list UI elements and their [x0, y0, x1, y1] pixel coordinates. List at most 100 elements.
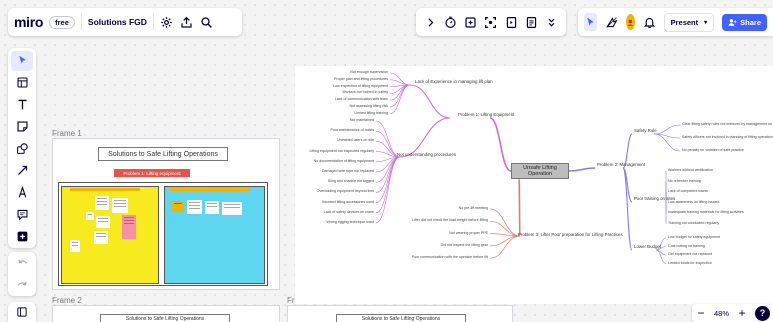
- user-avatar-icon[interactable]: [626, 14, 635, 30]
- branch-label-p1[interactable]: Problem 1: Lifting Equipment: [458, 112, 514, 117]
- branch-label-p3[interactable]: Problem 3: Lifter Poor preparation for L…: [518, 232, 623, 237]
- frame-1-title[interactable]: Solutions to Safe Lifting Operations: [98, 147, 228, 161]
- chevron-right-icon[interactable]: [423, 15, 437, 29]
- branch-label-p2a[interactable]: Safety Rule: [634, 128, 657, 133]
- leaf-label[interactable]: Sling and shackle not tagged: [328, 179, 374, 183]
- sticky-note-icon[interactable]: [11, 117, 33, 137]
- upload-share-icon[interactable]: [180, 15, 194, 29]
- present-button[interactable]: Present ▾: [663, 12, 715, 32]
- problem-banner[interactable]: Problem 1: Lifting equipment: [114, 169, 190, 177]
- help-button[interactable]: ?: [754, 305, 770, 321]
- leaf-label[interactable]: Inadequate training materials for liftin…: [668, 210, 744, 214]
- chevron-down-icon[interactable]: ▾: [704, 19, 707, 26]
- leaf-label[interactable]: Lack of communication with team: [335, 97, 388, 101]
- branch-label-p1b[interactable]: Not understanding procedures: [397, 152, 456, 157]
- leaf-label[interactable]: Workers without certification: [668, 168, 713, 172]
- mindmap-central-node[interactable]: Unsafe Lifting Operation: [511, 163, 569, 179]
- redo-icon[interactable]: [15, 278, 29, 292]
- branch-label-p2[interactable]: Problem 2: Management: [597, 162, 645, 167]
- leaf-label[interactable]: Overloading equipment beyond limit: [317, 189, 374, 193]
- frame-1-label[interactable]: Frame 1: [52, 129, 82, 138]
- sticky-note[interactable]: [205, 201, 219, 214]
- leaf-label[interactable]: Lifting equipment not inspected regularl…: [309, 149, 374, 153]
- pen-icon[interactable]: [11, 182, 33, 202]
- board-heading-note[interactable]: [70, 188, 140, 191]
- leaf-label[interactable]: Clear lifting safety rules not enforced …: [682, 122, 773, 126]
- comment-icon[interactable]: [11, 204, 33, 224]
- leaf-label[interactable]: Proper plan and lifting procedures: [334, 77, 388, 81]
- leaf-label[interactable]: Low awareness on lifting hazard: [668, 200, 719, 204]
- leaf-label[interactable]: Cost cutting on training: [668, 244, 705, 248]
- leaf-label[interactable]: Lack of safety devices on crane: [324, 210, 374, 214]
- orange-sticky-note[interactable]: [172, 201, 184, 212]
- branch-label-p2c[interactable]: Lower Budget: [634, 244, 661, 249]
- zoom-level[interactable]: 48%: [714, 309, 729, 318]
- plan-badge[interactable]: free: [49, 15, 75, 29]
- leaf-label[interactable]: Old equipment not replaced: [668, 252, 712, 256]
- leaf-label[interactable]: Workers not trained in safety: [342, 90, 388, 94]
- shapes-icon[interactable]: [11, 139, 33, 159]
- frame-3-title[interactable]: Solutions to Safe Lifting Operations: [336, 314, 466, 322]
- leaf-label[interactable]: Damaged wire rope not replaced: [322, 169, 374, 173]
- leaf-label[interactable]: Training not conducted regularly: [668, 221, 719, 225]
- leaf-label[interactable]: Poor communication with the operator bef…: [412, 255, 488, 259]
- board-name[interactable]: Solutions FGD: [88, 17, 147, 27]
- share-button[interactable]: Share: [722, 13, 767, 31]
- sticky-note[interactable]: [187, 200, 202, 214]
- leaf-label[interactable]: No documentation of lifting equipment: [314, 159, 374, 163]
- leaf-label[interactable]: Lack of competent trainer: [668, 189, 709, 193]
- pink-sticky-note[interactable]: [122, 215, 136, 239]
- sticky-note[interactable]: [95, 196, 109, 210]
- bell-icon[interactable]: [643, 15, 656, 29]
- leaf-label[interactable]: Incorrect lifting accessories used: [322, 200, 374, 204]
- frames-panel-toggle[interactable]: [8, 302, 36, 322]
- leaf-label[interactable]: Low budget for safety equipment: [668, 235, 720, 239]
- add-more-icon[interactable]: [11, 226, 33, 246]
- sticky-note[interactable]: [112, 198, 128, 213]
- leaf-label[interactable]: Not wearing proper PPE: [449, 231, 488, 235]
- leaf-label[interactable]: Limited funds for inspection: [668, 261, 712, 265]
- zoom-out-button[interactable]: −: [695, 307, 707, 319]
- sticky-note[interactable]: [96, 216, 110, 228]
- frame-2-title[interactable]: Solutions to Safe Lifting Operations: [100, 314, 230, 322]
- reaction-icon[interactable]: [605, 15, 618, 29]
- leaf-label[interactable]: Not assessing lifting risk: [349, 104, 388, 108]
- yellow-board[interactable]: [61, 186, 159, 284]
- leaf-label[interactable]: No pre-lift meeting: [459, 206, 488, 210]
- focus-icon[interactable]: [484, 15, 498, 29]
- cursor-pointer-icon[interactable]: [584, 13, 597, 31]
- leaf-label[interactable]: Poor maintenance of hoists: [330, 128, 374, 132]
- zoom-in-button[interactable]: +: [736, 307, 748, 319]
- leaf-label[interactable]: Limited lifting training: [354, 111, 388, 115]
- sticky-note[interactable]: [94, 231, 108, 244]
- timer-icon[interactable]: [443, 15, 457, 29]
- select-icon[interactable]: [11, 51, 33, 71]
- table-icon[interactable]: [11, 73, 33, 93]
- sticky-note[interactable]: [70, 240, 80, 252]
- notes-icon[interactable]: [525, 15, 539, 29]
- leaf-label[interactable]: No penalty for violation of safe practic…: [682, 148, 744, 152]
- miro-logo[interactable]: miro: [14, 14, 43, 30]
- connector-arrow-icon[interactable]: [11, 160, 33, 180]
- settings-gear-icon[interactable]: [160, 15, 174, 29]
- leaf-label[interactable]: No refresher training: [668, 179, 701, 183]
- leaf-label[interactable]: Untrained users on site: [337, 138, 374, 142]
- sticky-note[interactable]: [222, 202, 242, 215]
- leaf-label[interactable]: Low inspection of lifting equipment: [333, 84, 388, 88]
- export-icon[interactable]: [464, 15, 478, 29]
- leaf-label[interactable]: Wrong rigging technique used: [326, 220, 374, 224]
- text-icon[interactable]: [11, 95, 33, 115]
- leaf-label[interactable]: Safety officers not involved in planning…: [682, 135, 773, 139]
- leaf-label[interactable]: Not maintained: [350, 118, 374, 122]
- leaf-label[interactable]: Lifter did not check the load weight bef…: [412, 218, 488, 222]
- branch-label-p1a[interactable]: Lack of Experience in managing lift plan: [415, 79, 493, 84]
- leaf-label[interactable]: Did not inspect the lifting gear: [441, 243, 488, 247]
- leaf-label[interactable]: Not enough supervision: [350, 70, 388, 74]
- sticky-note[interactable]: [86, 212, 94, 220]
- undo-icon[interactable]: [15, 256, 29, 270]
- search-icon[interactable]: [200, 15, 214, 29]
- board-heading-note[interactable]: [170, 188, 250, 191]
- more-chevron-icon[interactable]: [545, 15, 559, 29]
- frame-2-label[interactable]: Frame 2: [52, 296, 82, 305]
- slides-icon[interactable]: [504, 15, 518, 29]
